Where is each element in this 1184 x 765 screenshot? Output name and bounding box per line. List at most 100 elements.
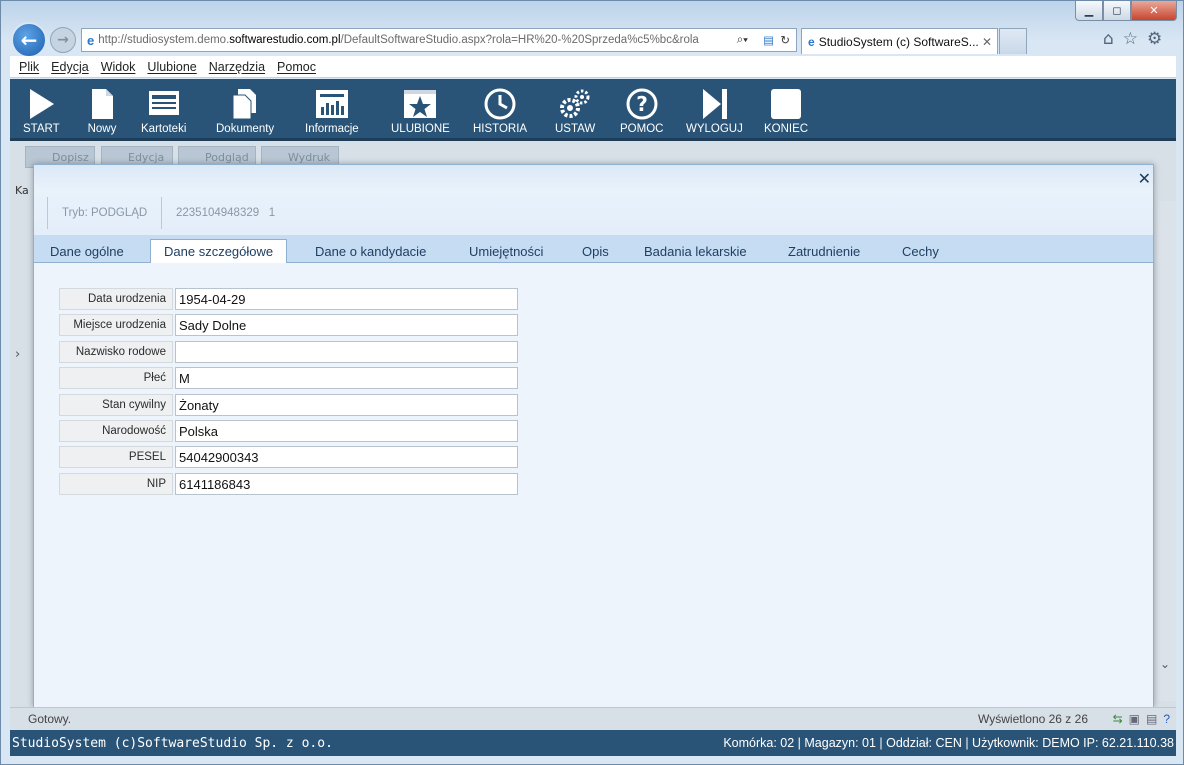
- toolbar-label: KONIEC: [764, 123, 809, 135]
- footer-copyright: StudioSystem (c)SoftwareStudio Sp. z o.o…: [12, 735, 333, 751]
- birth-date-field[interactable]: 1954-04-29: [175, 288, 518, 310]
- dialog-close-icon[interactable]: ✕: [1138, 169, 1151, 188]
- scroll-down-chevron-icon[interactable]: ⌄: [1160, 657, 1170, 671]
- gears-icon: [560, 89, 590, 118]
- forward-button[interactable]: →: [50, 27, 76, 53]
- documents-icon: [232, 89, 257, 120]
- field-row-nazwisko-rodowe: Nazwisko rodowe: [59, 341, 518, 363]
- field-label: Data urodzenia: [59, 288, 173, 310]
- dialog-header: ✕ Tryb: PODGLĄD 2235104948329 1: [34, 165, 1153, 235]
- nip-field[interactable]: 6141186843: [175, 473, 518, 495]
- toolbar-label: HISTORIA: [473, 123, 528, 135]
- maximize-button[interactable]: ◻: [1103, 1, 1131, 21]
- dialog-tabs: Dane ogólne Dane szczegółowe Dane o kand…: [34, 235, 1153, 264]
- menu-plik[interactable]: Plik: [19, 60, 39, 74]
- footer-session-info: Komórka: 02 | Magazyn: 01 | Oddział: CEN…: [723, 736, 1174, 750]
- settings-gear-icon[interactable]: ⚙: [1147, 29, 1162, 49]
- back-arrow-icon: ←: [20, 28, 38, 52]
- address-bar[interactable]: e http://studiosystem.demo. softwarestudi…: [81, 28, 797, 52]
- toolbar-label: Dokumenty: [216, 123, 275, 135]
- nationality-field[interactable]: Polska: [175, 420, 518, 442]
- toolbar-ustaw[interactable]: USTAW: [555, 87, 595, 135]
- gender-field[interactable]: M: [175, 367, 518, 389]
- toolbar-label: Nowy: [87, 123, 117, 135]
- field-row-miejsce-urodzenia: Miejsce urodzenia Sady Dolne: [59, 314, 518, 336]
- status-text: Gotowy.: [28, 711, 72, 726]
- close-window-button[interactable]: ✕: [1131, 1, 1177, 21]
- field-row-narodowosc: Narodowość Polska: [59, 420, 518, 442]
- ie-tab-icon: e: [808, 34, 815, 49]
- record-dialog: ✕ Tryb: PODGLĄD 2235104948329 1 Dane ogó…: [33, 164, 1154, 708]
- menu-ulubione[interactable]: Ulubione: [147, 60, 196, 74]
- tab-cechy[interactable]: Cechy: [889, 240, 952, 263]
- tab-dane-o-kandydacie[interactable]: Dane o kandydacie: [302, 240, 439, 263]
- toolbar-nowy[interactable]: Nowy: [85, 87, 119, 135]
- status-icons: ⇆ ▣ ▤ ?: [1113, 712, 1170, 726]
- field-row-data-urodzenia: Data urodzenia 1954-04-29: [59, 288, 518, 310]
- mode-indicator: Tryb: PODGLĄD: [47, 197, 163, 229]
- favorites-star-icon[interactable]: ☆: [1123, 29, 1138, 49]
- logout-icon: [703, 89, 728, 119]
- toolbar-informacje[interactable]: Informacje: [305, 87, 359, 135]
- menu-narzedzia[interactable]: Narzędzia: [209, 60, 265, 74]
- expand-chevron-icon[interactable]: ›: [15, 347, 20, 362]
- minimize-button[interactable]: ▁: [1075, 1, 1103, 21]
- url-prefix: http://studiosystem.demo.: [98, 34, 230, 46]
- refresh-icon[interactable]: ↻: [780, 33, 790, 47]
- toolbar-wyloguj[interactable]: WYLOGUJ: [686, 87, 743, 135]
- export-icon[interactable]: ▣: [1129, 712, 1140, 726]
- toolbar-historia[interactable]: HISTORIA: [473, 87, 527, 135]
- toolbar-start[interactable]: START: [23, 87, 60, 135]
- tab-title: StudioSystem (c) SoftwareS...: [818, 34, 979, 49]
- tab-badania-lekarskie[interactable]: Badania lekarskie: [631, 240, 760, 263]
- marital-status-field[interactable]: Żonaty: [175, 394, 518, 416]
- field-label: Stan cywilny: [59, 394, 173, 416]
- toolbar-koniec[interactable]: KONIEC: [764, 87, 808, 135]
- pesel-field[interactable]: 54042900343: [175, 446, 518, 468]
- url-domain: softwarestudio.com.pl: [229, 34, 341, 46]
- tab-opis[interactable]: Opis: [569, 240, 622, 263]
- field-row-plec: Płeć M: [59, 367, 518, 389]
- browser-window: ▁ ◻ ✕ ← → e http://studiosystem.demo. sof…: [0, 0, 1184, 765]
- maximize-icon: ◻: [1112, 4, 1122, 17]
- tab-dane-szczegolowe[interactable]: Dane szczegółowe: [150, 239, 288, 264]
- toolbar-label: POMOC: [620, 123, 664, 135]
- bg-left-label: Ka: [15, 184, 29, 197]
- url-suffix: /DefaultSoftwareStudio.aspx?rola=HR%20-%…: [340, 34, 699, 46]
- help-small-icon[interactable]: ?: [1163, 712, 1170, 726]
- chart-icon: [315, 90, 348, 118]
- refresh-arrows-icon[interactable]: ⇆: [1113, 712, 1123, 726]
- field-label: Płeć: [59, 367, 173, 389]
- new-tab-button[interactable]: [999, 28, 1027, 54]
- field-label: Nazwisko rodowe: [59, 341, 173, 363]
- address-search-icon[interactable]: ⌕▾: [734, 33, 750, 47]
- toolbar-kartoteki[interactable]: Kartoteki: [141, 87, 186, 135]
- toolbar-ulubione[interactable]: ULUBIONE: [391, 87, 450, 135]
- tab-dane-ogolne[interactable]: Dane ogólne: [37, 240, 137, 263]
- print-icon[interactable]: ▤: [1146, 712, 1157, 726]
- record-count: Wyświetlono 26 z 26: [978, 711, 1088, 726]
- tab-zatrudnienie[interactable]: Zatrudnienie: [775, 240, 873, 263]
- compat-view-icon[interactable]: ▤: [763, 33, 774, 47]
- toolbar-dokumenty[interactable]: Dokumenty: [216, 87, 274, 135]
- background-scrollbar[interactable]: [1158, 201, 1176, 701]
- toolbar-label: USTAW: [555, 123, 596, 135]
- tab-umiejetnosci[interactable]: Umiejętności: [456, 240, 556, 263]
- toolbar-label: START: [23, 123, 60, 135]
- toolbar-pomoc[interactable]: ? POMOC: [620, 87, 663, 135]
- menu-pomoc[interactable]: Pomoc: [277, 60, 316, 74]
- back-button[interactable]: ←: [11, 22, 47, 58]
- field-row-nip: NIP 6141186843: [59, 473, 518, 495]
- browser-tab-active[interactable]: e StudioSystem (c) SoftwareS... ✕: [801, 28, 998, 54]
- maiden-name-field[interactable]: [175, 341, 518, 363]
- new-document-icon: [92, 89, 113, 119]
- menu-edycja[interactable]: Edycja: [51, 60, 89, 74]
- birth-place-field[interactable]: Sady Dolne: [175, 314, 518, 336]
- tab-close-icon[interactable]: ✕: [982, 35, 992, 49]
- stop-icon: [771, 89, 802, 119]
- home-icon[interactable]: ⌂: [1103, 29, 1114, 49]
- window-controls: ▁ ◻ ✕: [1075, 1, 1177, 21]
- play-icon: [30, 89, 55, 119]
- menu-bar: Plik Edycja Widok Ulubione Narzędzia Pom…: [10, 56, 1176, 78]
- menu-widok[interactable]: Widok: [101, 60, 136, 74]
